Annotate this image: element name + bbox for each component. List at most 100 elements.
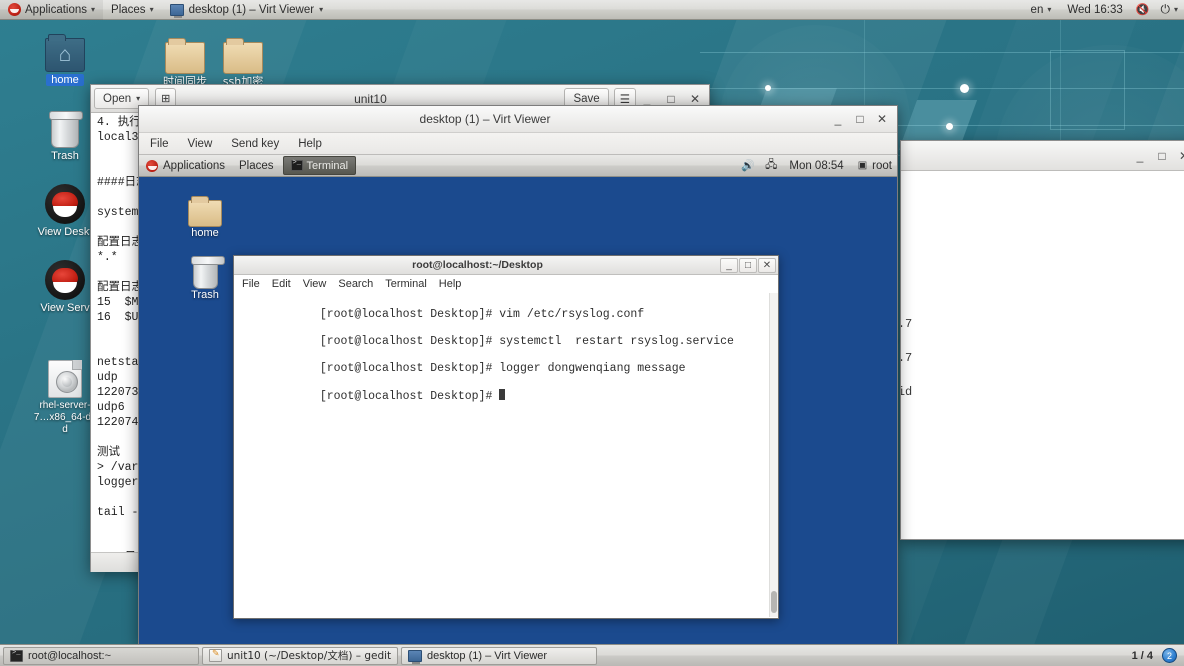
log-terminal-titlebar[interactable]: _ □ ✕ [901,141,1184,171]
keyboard-layout-indicator[interactable]: en ▾ [1023,0,1060,20]
clock-label: Wed 16:33 [1067,3,1123,16]
terminal-icon [290,159,303,171]
guest-menu-file[interactable]: File [242,278,260,290]
guest-terminal-maximize-button[interactable]: □ [739,257,757,273]
desktop-icon-view-desktop[interactable]: View Deskt [32,178,98,238]
guest-menu-view[interactable]: View [303,278,327,290]
system-menu[interactable]: ⏻ ▾ [1154,0,1184,20]
guest-menu-help[interactable]: Help [439,278,462,290]
taskbar: root@localhost:~ unit10 (~/Desktop/文档) –… [0,644,1184,666]
gedit-title: unit10 [354,91,387,106]
guest-menu-edit[interactable]: Edit [272,278,291,290]
guest-task-label: Terminal [306,159,349,172]
desktop-icon-label: rhel-server-7…x86_64-dvd [33,400,97,435]
guest-terminal-titlebar[interactable]: root@localhost:~/Desktop _ □ ✕ [234,256,778,275]
guest-applications-menu[interactable]: Applications [139,155,232,177]
desktop-icon-label: View Deskt [37,226,93,238]
guest-task-terminal[interactable]: Terminal [282,156,357,175]
save-button-label: Save [573,92,600,105]
virt-viewer-close-button[interactable]: ✕ [871,109,893,129]
guest-places-label: Places [239,159,274,172]
guest-desktop-icon-label: Trash [191,289,219,301]
trash-icon [32,102,98,148]
virt-viewer-titlebar[interactable]: desktop (1) – Virt Viewer _ □ ✕ [139,106,897,133]
terminal-line: [root@localhost Desktop]# logger dongwen… [319,361,686,375]
desktop-icon-rhel-iso[interactable]: rhel-server-7…x86_64-dvd [32,352,98,436]
guest-clock[interactable]: Mon 08:54 [782,155,850,177]
gedit-icon [209,648,222,662]
places-menu-label: Places [111,3,146,16]
virt-viewer-maximize-button[interactable]: □ [849,109,871,129]
hamburger-menu-icon: ☰ [619,93,630,106]
speaker-icon: 🔊 [741,160,756,172]
guest-terminal-output-area[interactable]: [root@localhost Desktop]# vim /etc/rsysl… [234,293,778,617]
guest-terminal-scrollbar-thumb[interactable] [771,591,777,613]
guest-volume-indicator[interactable]: 🔊 [736,155,760,177]
desktop-icon-ssh-crypt[interactable]: ssh加密 [210,28,276,88]
folder-home-icon [174,187,236,227]
chevron-down-icon: ▾ [319,4,324,14]
terminal-line: [root@localhost Desktop]# systemctl rest… [319,334,734,348]
log-terminal-output-area[interactable]: vice m Logging Service... m Logging Serv… [901,171,1184,539]
guest-menu-terminal[interactable]: Terminal [385,278,427,290]
log-terminal-minimize-button[interactable]: _ [1129,146,1151,166]
guest-terminal-minimize-button[interactable]: _ [720,257,738,273]
speaker-muted-icon: 🔇 [1135,4,1150,16]
guest-terminal-title: root@localhost:~/Desktop [412,259,543,271]
redhat-logo-icon [8,3,21,16]
taskbar-item-virt-viewer[interactable]: desktop (1) – Virt Viewer [401,646,597,665]
folder-icon [152,28,218,74]
menu-send-key[interactable]: Send key [228,137,282,151]
guest-clock-label: Mon 08:54 [789,159,844,172]
menu-view[interactable]: View [185,137,216,151]
guest-screen[interactable]: Applications Places Terminal 🔊 🖧 Mon 08:… [139,155,897,644]
log-terminal-close-button[interactable]: ✕ [1173,146,1184,166]
guest-places-menu[interactable]: Places [232,155,281,177]
virt-viewer-minimize-button[interactable]: _ [827,109,849,129]
redhat-icon [32,178,98,224]
chevron-down-icon: ▾ [1173,4,1178,14]
workspace-switcher[interactable]: 1 / 4 2 [1128,648,1181,663]
workspace-badge[interactable]: 2 [1162,648,1177,663]
network-disconnected-icon: 🖧 [765,159,778,171]
menu-help[interactable]: Help [295,137,325,151]
desktop-icon-home[interactable]: home [32,26,98,86]
log-terminal-output-text: vice m Logging Service... m Logging Serv… [901,317,913,399]
chevron-down-icon: ▾ [1047,4,1052,14]
guest-terminal-window[interactable]: root@localhost:~/Desktop _ □ ✕ File Edit… [233,255,779,619]
redhat-logo-icon [146,159,158,172]
guest-user-menu[interactable]: ▣ root [851,155,897,177]
applications-menu[interactable]: Applications ▾ [0,0,104,20]
chevron-down-icon: ▾ [136,93,141,103]
virt-viewer-window[interactable]: desktop (1) – Virt Viewer _ □ ✕ File Vie… [138,105,898,645]
guest-terminal-scrollbar[interactable] [769,293,778,617]
chevron-down-icon: ▾ [149,4,154,14]
power-icon: ⏻ [1160,2,1170,16]
open-button-label: Open [103,92,132,105]
places-menu[interactable]: Places ▾ [103,0,162,20]
guest-menu-search[interactable]: Search [338,278,373,290]
clock[interactable]: Wed 16:33 [1059,0,1130,20]
taskbar-item-terminal[interactable]: root@localhost:~ [3,646,199,665]
guest-desktop-icon-home[interactable]: home [174,187,236,239]
terminal-line: [root@localhost Desktop]# vim /etc/rsysl… [319,307,645,321]
guest-desktop-icon-trash[interactable]: Trash [174,249,236,301]
folder-icon [210,28,276,74]
guest-network-indicator[interactable]: 🖧 [760,155,782,177]
desktop-icon-trash[interactable]: Trash [32,102,98,162]
guest-terminal-close-button[interactable]: ✕ [758,257,776,273]
desktop-icon-view-server[interactable]: View Serv [32,254,98,314]
desktop-icon-label: Trash [51,150,79,162]
active-window-menu[interactable]: desktop (1) – Virt Viewer ▾ [162,0,332,20]
virt-viewer-icon [169,3,184,18]
taskbar-item-gedit[interactable]: unit10 (~/Desktop/文档) – gedit [202,646,398,665]
log-terminal-maximize-button[interactable]: □ [1151,146,1173,166]
log-terminal-window[interactable]: _ □ ✕ vice m Logging Service... m Loggin… [900,140,1184,540]
virt-viewer-menubar: File View Send key Help [139,133,897,155]
desktop-icon-label: home [46,74,84,86]
guest-user-label: root [872,159,892,172]
volume-indicator[interactable]: 🔇 [1131,0,1155,20]
desktop-icon-time-sync[interactable]: 时间同步 [152,28,218,88]
menu-file[interactable]: File [147,137,172,151]
desktop-icon-label: View Serv [40,302,90,314]
